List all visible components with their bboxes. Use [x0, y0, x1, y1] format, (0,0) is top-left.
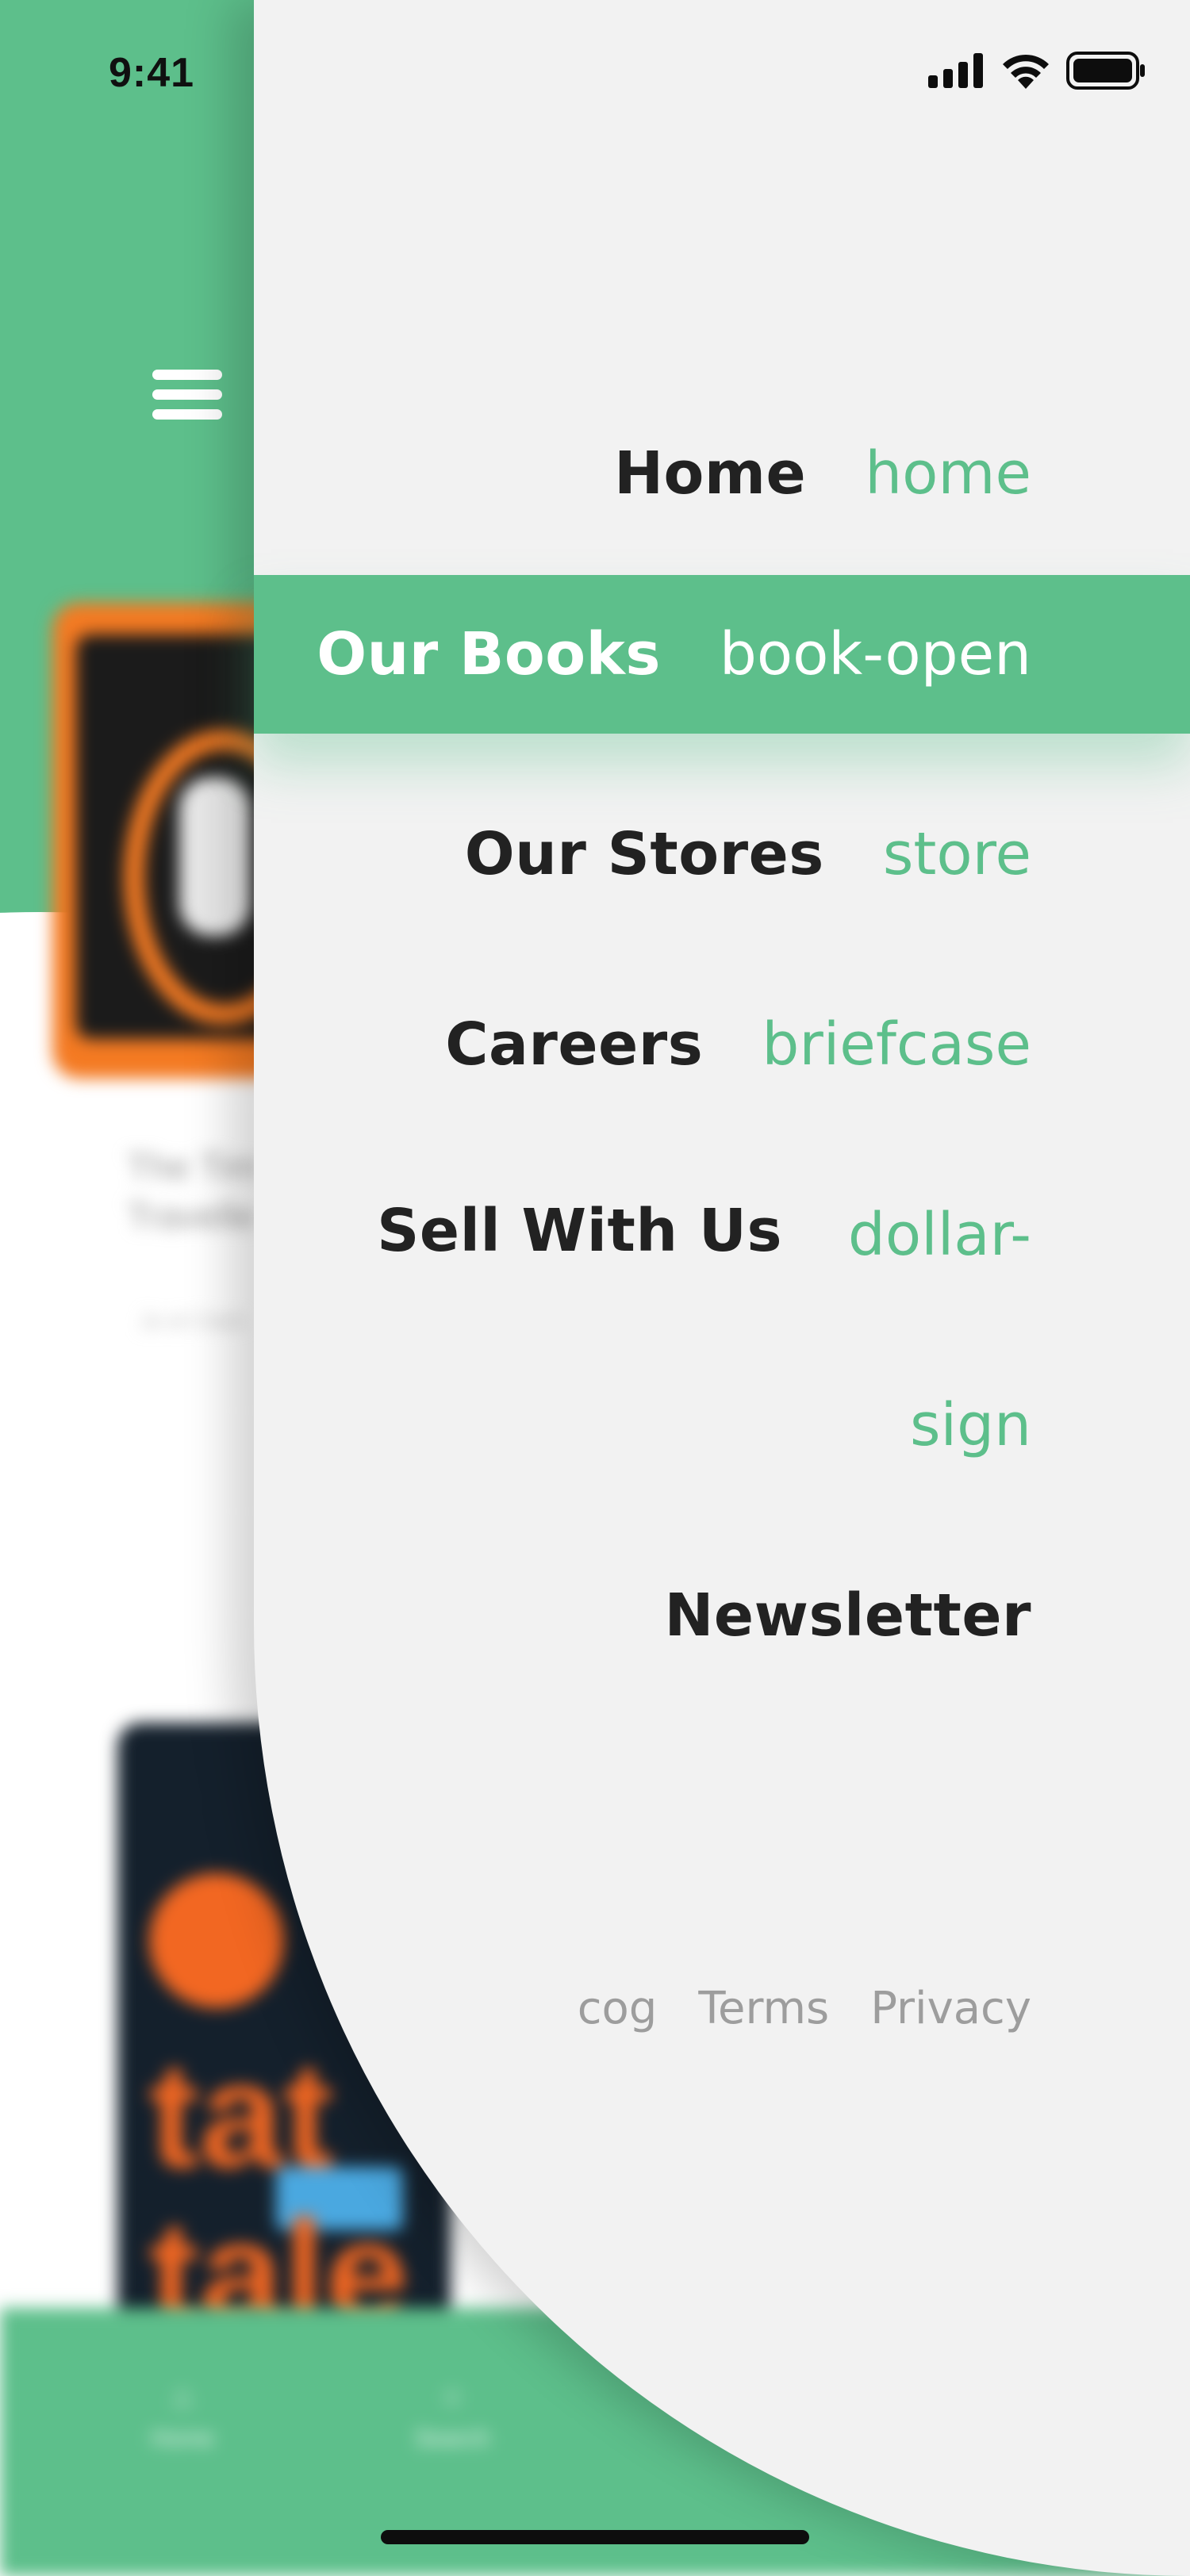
menu-item-label: Our Books	[317, 620, 661, 688]
menu-item-label: Our Stores	[464, 820, 824, 888]
tab-label: Search	[414, 2425, 490, 2451]
wifi-icon	[1003, 54, 1049, 89]
tab-label: Home	[150, 2425, 215, 2451]
search-icon: ○	[442, 2379, 463, 2414]
tab-search[interactable]: ○ Search	[397, 2379, 508, 2452]
store-icon: store	[882, 820, 1031, 888]
home-indicator[interactable]	[381, 2530, 809, 2544]
menu-item-our-stores[interactable]: Our Stores store	[254, 775, 1190, 933]
dollar-sign-icon: dollar- sign	[847, 1201, 1031, 1459]
status-icons	[928, 51, 1146, 90]
menu-item-our-books[interactable]: Our Books book-open	[254, 575, 1190, 734]
tab-home[interactable]: ⌂ Home	[127, 2379, 238, 2452]
book-title-1: The Tim Travelle	[127, 1146, 259, 1236]
menu-icon[interactable]	[152, 370, 222, 420]
book-open-icon: book-open	[719, 620, 1031, 688]
privacy-link[interactable]: Privacy	[870, 1983, 1031, 2034]
home-icon: ⌂	[172, 2379, 193, 2414]
battery-icon	[1066, 52, 1145, 90]
drawer-footer: cog Terms Privacy	[578, 1983, 1031, 2034]
home-icon: home	[865, 439, 1031, 508]
menu-item-home[interactable]: Home home	[254, 394, 1190, 553]
signal-icon	[928, 53, 983, 88]
briefcase-icon: briefcase	[762, 1010, 1031, 1079]
menu-item-newsletter[interactable]: Newsletter	[254, 1536, 1190, 1695]
menu-item-careers[interactable]: Careers briefcase	[254, 965, 1190, 1124]
menu-item-label: Home	[614, 439, 807, 508]
book-author-1: Jo el Clark	[140, 1309, 245, 1333]
menu-item-sell-with-us[interactable]: Sell With Us dollar- sign	[254, 1156, 1190, 1459]
menu-item-label: Careers	[445, 1010, 704, 1079]
menu-item-label: Sell With Us	[377, 1197, 782, 1265]
status-time: 9:41	[109, 50, 195, 96]
settings-icon[interactable]: cog	[578, 1983, 658, 2034]
menu-item-label: Newsletter	[664, 1581, 1031, 1650]
terms-link[interactable]: Terms	[698, 1983, 829, 2034]
app-screen: 9:41 The Tim Travelle Jo el Clark tat ta…	[0, 0, 1190, 2576]
